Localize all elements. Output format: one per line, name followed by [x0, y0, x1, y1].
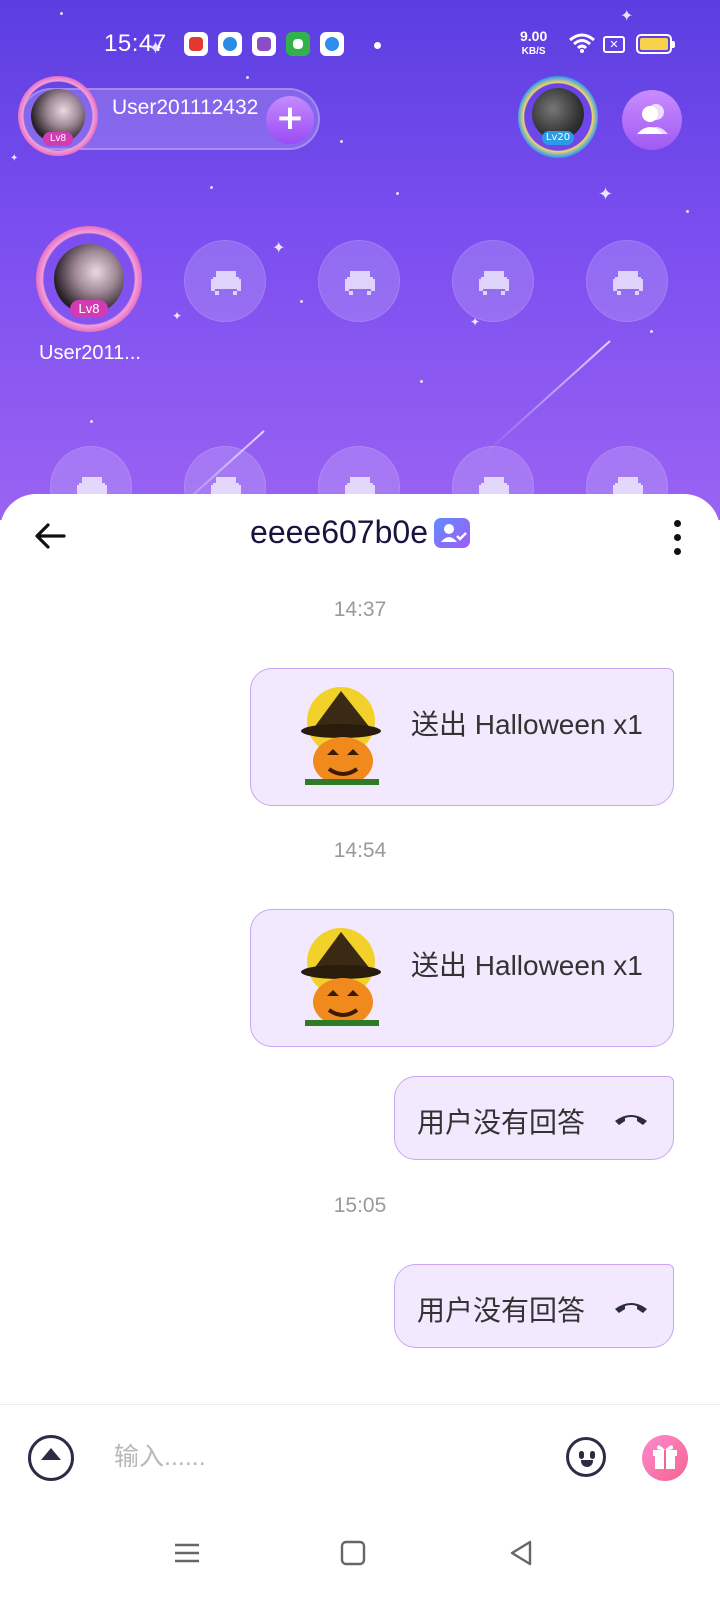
message-timestamp: 14:37	[333, 598, 387, 621]
gift-message-text: 送出 Halloween x1	[411, 950, 643, 981]
voice-room-background: ✦ ✦ ✦ ✦ ✦ ✦ ✦ 15:47 9.00 KB/S ✕ User2011…	[0, 0, 720, 520]
sparkle-decoration: ✦	[272, 238, 286, 257]
sofa-icon	[479, 271, 509, 295]
level-badge: Lv8	[43, 132, 73, 146]
network-speed: 9.00 KB/S	[520, 28, 548, 58]
star-dot	[340, 140, 343, 143]
more-options-icon[interactable]	[666, 518, 690, 558]
chat-header: eeee607b0e	[0, 494, 720, 578]
halloween-pumpkin-gift-icon	[301, 687, 381, 785]
expand-more-icon[interactable]	[28, 1435, 74, 1481]
sparkle-decoration: ✦	[620, 6, 634, 25]
back-icon[interactable]	[506, 1538, 536, 1568]
call-message-bubble[interactable]: 用户没有回答	[394, 1264, 674, 1348]
message-input[interactable]	[114, 1433, 534, 1481]
chat-title: eeee607b0e	[0, 514, 720, 551]
qq-browser-app-icon	[320, 32, 344, 56]
user-profile-icon[interactable]	[433, 517, 470, 548]
message-timestamp: 14:54	[333, 839, 387, 862]
star-dot	[90, 420, 93, 423]
empty-seat[interactable]	[318, 240, 400, 322]
gift-message-text: 送出 Halloween x1	[411, 709, 643, 740]
empty-seat[interactable]	[586, 240, 668, 322]
empty-seat[interactable]	[452, 240, 534, 322]
message-input-bar	[0, 1404, 720, 1508]
sparkle-decoration: ✦	[598, 184, 614, 205]
network-speed-unit: KB/S	[521, 46, 546, 57]
tv-app-icon	[252, 32, 276, 56]
shooting-star	[482, 340, 611, 456]
seat-1-occupied[interactable]: Lv8	[36, 226, 142, 332]
hangup-phone-icon	[615, 1303, 647, 1313]
no-sim-icon: ✕	[603, 36, 625, 53]
gift-icon[interactable]	[642, 1435, 688, 1481]
battery-icon	[636, 34, 675, 54]
system-navigation-bar	[0, 1508, 720, 1600]
users-icon	[637, 104, 668, 134]
hangup-phone-icon	[615, 1115, 647, 1125]
sofa-icon	[345, 271, 375, 295]
star-dot	[246, 76, 249, 79]
star-dot	[420, 380, 423, 383]
chat-partner-name: eeee607b0e	[250, 514, 428, 550]
more-notifications-dot	[374, 42, 381, 49]
call-message-bubble[interactable]: 用户没有回答	[394, 1076, 674, 1160]
star-dot	[396, 192, 399, 195]
level-badge: Lv20	[542, 131, 574, 145]
room-owner-avatar[interactable]: Lv8	[18, 76, 98, 156]
home-icon[interactable]	[338, 1538, 368, 1568]
baidu-app-icon	[184, 32, 208, 56]
star-dot	[650, 330, 653, 333]
status-time: 15:47	[104, 30, 167, 57]
host-avatar[interactable]: Lv20	[518, 76, 598, 158]
room-members-button[interactable]	[622, 90, 682, 150]
browser-app-icon	[218, 32, 242, 56]
star-dot	[60, 12, 63, 15]
network-speed-value: 9.00	[520, 28, 548, 44]
sparkle-decoration: ✦	[10, 153, 19, 164]
emoji-icon[interactable]	[566, 1437, 606, 1477]
menu-icon[interactable]	[172, 1538, 202, 1568]
sparkle-decoration: ✦	[172, 309, 183, 323]
empty-seat[interactable]	[184, 240, 266, 322]
star-dot	[300, 300, 303, 303]
star-dot	[686, 210, 689, 213]
call-status-text: 用户没有回答	[417, 1107, 586, 1138]
follow-plus-button[interactable]: +	[266, 96, 314, 144]
sofa-icon	[211, 271, 241, 295]
room-owner-name: User201112432	[112, 96, 259, 119]
seat-1-user-name: User2011...	[39, 342, 141, 364]
halloween-pumpkin-gift-icon	[301, 928, 381, 1026]
android-app-icon	[286, 32, 310, 56]
gift-message-bubble[interactable]: 送出 Halloween x1	[250, 909, 674, 1047]
gift-message-bubble[interactable]: 送出 Halloween x1	[250, 668, 674, 806]
star-dot	[210, 186, 213, 189]
wifi-icon	[569, 33, 595, 53]
status-bar: 15:47 9.00 KB/S ✕	[0, 28, 720, 62]
level-badge: Lv8	[70, 300, 108, 318]
call-status-text: 用户没有回答	[417, 1295, 586, 1326]
message-timestamp: 15:05	[333, 1194, 387, 1217]
sofa-icon	[613, 271, 643, 295]
